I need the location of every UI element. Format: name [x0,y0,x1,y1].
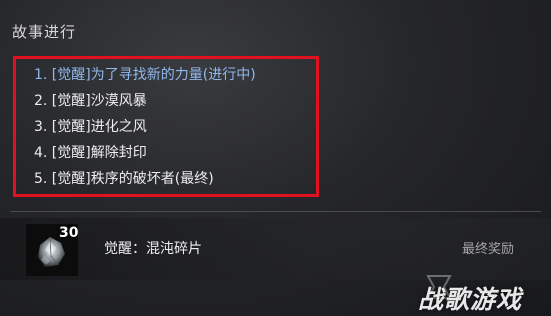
divider [10,211,541,212]
reward-name: 觉醒：混沌碎片 [104,241,202,257]
quest-item-2[interactable]: 2. [觉醒]沙漠风暴 [34,90,256,116]
section-title: 故事进行 [12,23,77,41]
quest-item-4[interactable]: 4. [觉醒]解除封印 [34,142,256,168]
quest-item-5[interactable]: 5. [觉醒]秩序的破坏者(最终) [34,168,256,194]
watermark-text: 战歌游戏 [418,285,523,314]
quest-item-1[interactable]: 1. [觉醒]为了寻找新的力量(进行中) [34,64,256,90]
item-count: 30 [59,225,78,241]
quest-list: 1. [觉醒]为了寻找新的力量(进行中) 2. [觉醒]沙漠风暴 3. [觉醒]… [34,64,256,194]
watermark: 战歌游戏 [418,270,548,314]
final-reward-label: 最终奖励 [462,242,515,257]
reward-item-slot[interactable]: 30 [26,224,78,276]
quest-item-3[interactable]: 3. [觉醒]进化之风 [34,116,256,142]
story-progress-panel: 故事进行 1. [觉醒]为了寻找新的力量(进行中) 2. [觉醒]沙漠风暴 3.… [0,0,551,316]
